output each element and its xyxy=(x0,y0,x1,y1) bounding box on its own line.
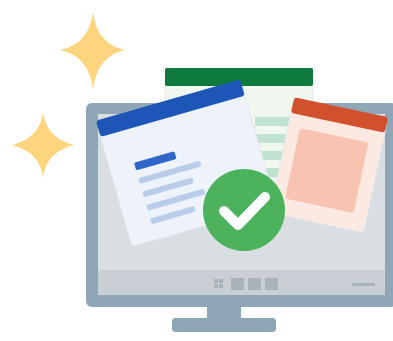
monitor-stand-base xyxy=(172,318,276,332)
sparkle-large-icon xyxy=(60,12,125,90)
checkmark-icon xyxy=(203,169,285,251)
taskbar-tray xyxy=(352,283,375,286)
office-install-illustration xyxy=(12,12,393,332)
taskbar-app-icon xyxy=(265,278,278,290)
taskbar-app-icon xyxy=(248,278,261,290)
slide-panel xyxy=(285,128,368,213)
taskbar-app-icon xyxy=(231,278,244,290)
sparkle-small-icon xyxy=(12,112,74,178)
